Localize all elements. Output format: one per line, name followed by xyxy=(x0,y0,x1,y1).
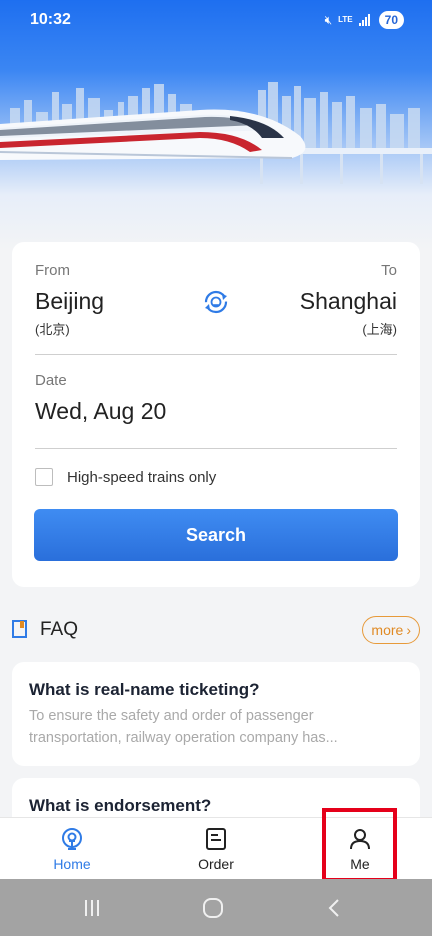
status-time: 10:32 xyxy=(30,11,71,28)
hero-banner: 10:32 🔇︎ LTE 70 xyxy=(0,0,432,250)
back-icon[interactable] xyxy=(323,896,347,920)
date-divider xyxy=(35,448,397,449)
recent-apps-icon[interactable] xyxy=(80,896,104,920)
home-train-icon xyxy=(62,828,82,850)
date-label: Date xyxy=(35,372,67,389)
station-divider xyxy=(35,354,397,355)
status-bar: 10:32 🔇︎ LTE 70 xyxy=(0,0,432,40)
swap-stations-icon[interactable] xyxy=(202,288,230,316)
tab-order-label: Order xyxy=(198,856,234,872)
faq-question: What is real-name ticketing? xyxy=(29,680,260,699)
mute-icon: 🔇︎ xyxy=(324,12,333,27)
signal-icon xyxy=(358,14,373,26)
battery-indicator: 70 xyxy=(378,11,404,29)
lte-icon: LTE xyxy=(338,15,353,24)
system-navigation-bar xyxy=(0,879,432,936)
highlight-box xyxy=(322,808,397,882)
status-icons: 🔇︎ LTE 70 xyxy=(325,10,404,30)
faq-more-button[interactable]: more › xyxy=(362,616,420,644)
from-station-cn: (北京) xyxy=(35,322,70,337)
from-label: From xyxy=(35,262,70,279)
order-document-icon xyxy=(206,828,226,850)
from-station[interactable]: Beijing xyxy=(35,288,104,315)
tab-home-label: Home xyxy=(53,856,91,872)
faq-icon xyxy=(12,620,27,638)
home-circle-icon[interactable] xyxy=(201,896,225,920)
high-speed-option[interactable]: High-speed trains only xyxy=(35,468,216,486)
faq-title: FAQ xyxy=(40,619,79,640)
faq-question: What is endorsement? xyxy=(29,796,212,815)
ticket-search-card: From To Beijing (北京) Shanghai (上海) Date … xyxy=(12,242,420,587)
faq-more-label: more xyxy=(371,622,404,638)
faq-item[interactable]: What is real-name ticketing? To ensure t… xyxy=(12,662,420,766)
date-picker[interactable]: Wed, Aug 20 xyxy=(35,398,166,425)
high-speed-checkbox[interactable] xyxy=(35,468,53,486)
to-station-cn: (上海) xyxy=(362,322,397,337)
tab-home[interactable]: Home xyxy=(12,818,132,880)
to-label: To xyxy=(381,262,397,279)
chevron-right-icon: › xyxy=(406,622,411,638)
train-skyline-illustration xyxy=(0,82,432,184)
search-button[interactable]: Search xyxy=(34,509,398,561)
high-speed-label: High-speed trains only xyxy=(67,468,217,486)
faq-header: FAQ more › xyxy=(12,614,420,646)
to-station[interactable]: Shanghai xyxy=(300,288,397,315)
tab-order[interactable]: Order xyxy=(156,818,276,880)
faq-answer: To ensure the safety and order of passen… xyxy=(29,708,338,746)
